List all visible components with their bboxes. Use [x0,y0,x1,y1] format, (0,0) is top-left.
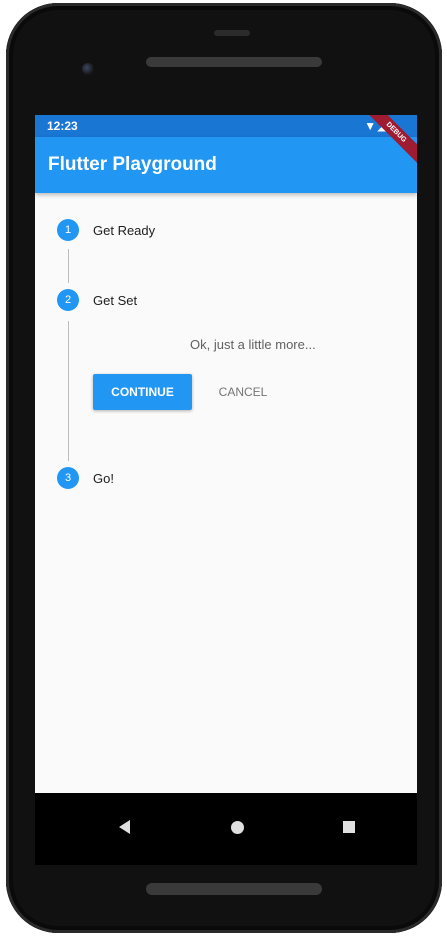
screen: 12:23 ▼◢▮ Flutter Playground DEBUG 1 Get… [35,115,417,865]
earpiece-speaker [146,57,322,67]
step-2-content: Ok, just a little more... [190,337,316,352]
step-3-indicator: 3 [57,467,79,489]
step-1-title: Get Ready [93,223,156,238]
recents-square-icon[interactable] [343,821,355,833]
step-2-indicator: 2 [57,289,79,311]
phone-frame: 12:23 ▼◢▮ Flutter Playground DEBUG 1 Get… [6,3,442,933]
status-bar: 12:23 ▼◢▮ [35,115,417,137]
continue-button[interactable]: CONTINUE [93,374,192,410]
step-2-title: Get Set [93,293,138,308]
cancel-button[interactable]: CANCEL [203,374,283,410]
front-camera [82,63,94,75]
step-connector-1 [68,249,69,283]
status-time: 12:23 [47,119,78,133]
step-3-title: Go! [93,471,114,486]
bottom-speaker [146,883,322,895]
sensor-slot [214,30,250,36]
app-bar: Flutter Playground [35,137,417,193]
home-circle-icon[interactable] [231,821,244,834]
step-1-indicator: 1 [57,219,79,241]
back-triangle-icon[interactable] [119,820,130,834]
step-connector-2 [68,321,69,461]
system-navigation-bar [35,793,417,865]
app-title: Flutter Playground [48,154,217,175]
